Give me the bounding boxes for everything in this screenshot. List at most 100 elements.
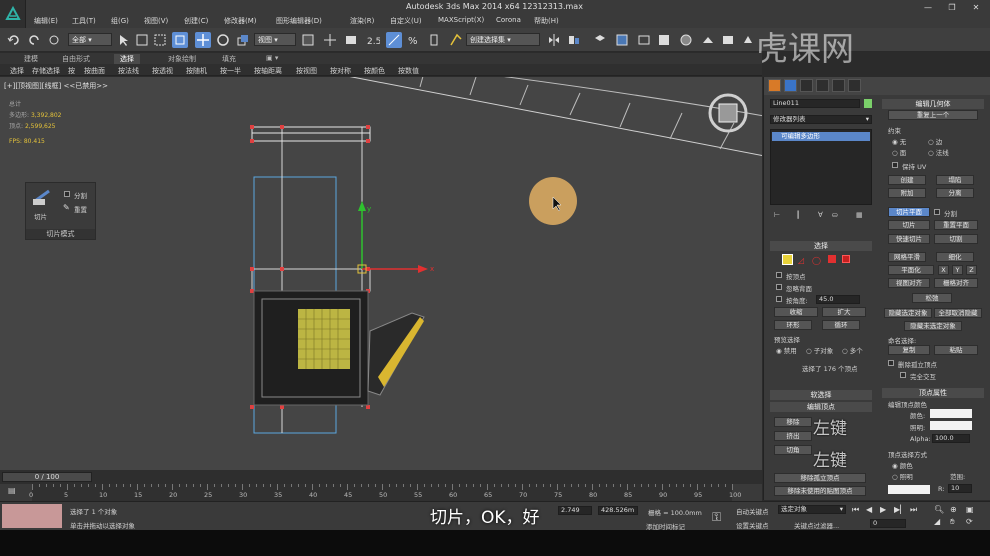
- element-mode-icon[interactable]: [842, 255, 850, 263]
- redo-icon[interactable]: [26, 32, 42, 48]
- create-button[interactable]: 创建: [888, 175, 926, 185]
- angle-field[interactable]: 45.0: [816, 295, 860, 304]
- slice-label[interactable]: 切片: [34, 211, 47, 221]
- layer-manager-icon[interactable]: [592, 32, 608, 48]
- planarize-x-button[interactable]: X: [938, 265, 949, 275]
- preview-multi-radio[interactable]: ○ 多个: [842, 345, 863, 355]
- constraint-normal-radio[interactable]: ○ 法线: [928, 147, 949, 157]
- hierarchy-tab-icon[interactable]: [800, 79, 813, 92]
- tab-modeling[interactable]: 建模: [24, 54, 38, 64]
- display-tab-icon[interactable]: [832, 79, 845, 92]
- attach-button[interactable]: 附加: [888, 188, 926, 198]
- subbar-by-perspective[interactable]: 按透视: [152, 66, 173, 76]
- select-by-color-radio[interactable]: ◉ 颜色: [892, 460, 913, 470]
- selection-filter-dropdown[interactable]: 全部 ▾: [68, 33, 112, 46]
- menu-item-corona[interactable]: Corona: [496, 16, 521, 24]
- zoom-all-icon[interactable]: ⊕: [950, 505, 957, 514]
- subbar-select[interactable]: 选择: [10, 66, 24, 76]
- make-unique-icon[interactable]: ∀: [818, 211, 823, 219]
- vertex-mode-icon[interactable]: [782, 254, 793, 265]
- full-interactivity-checkbox[interactable]: [900, 372, 906, 378]
- quick-slice-button[interactable]: 快速切片: [888, 234, 930, 244]
- polygon-mode-icon[interactable]: [828, 255, 836, 263]
- rollout-selection-header[interactable]: 选择: [770, 241, 872, 251]
- object-color-swatch[interactable]: [864, 99, 872, 108]
- by-vertex-checkbox[interactable]: [776, 272, 782, 278]
- next-frame-icon[interactable]: ▶▏: [894, 505, 906, 514]
- menu-item-edit[interactable]: 编辑(E): [34, 16, 58, 26]
- edge-mode-icon[interactable]: ◿: [798, 256, 804, 265]
- select-object-icon[interactable]: [116, 32, 132, 48]
- menu-item-create[interactable]: 创建(C): [184, 16, 208, 26]
- remove-unused-map-button[interactable]: 移除未使用的贴图顶点: [774, 486, 866, 496]
- pan-icon[interactable]: ✋︎: [950, 517, 955, 527]
- view-align-button[interactable]: 视图对齐: [888, 278, 930, 288]
- modifier-stack[interactable]: 可编辑多边形: [770, 129, 872, 205]
- go-end-icon[interactable]: ⏭: [910, 505, 917, 515]
- subbar-by-symmetry[interactable]: 按对称: [330, 66, 351, 76]
- subbar-by-half[interactable]: 按一半: [220, 66, 241, 76]
- viewport-top[interactable]: [+][顶视图][线框] <<已禁用>> 总计 多边形: 3,392,802 顶…: [0, 77, 762, 470]
- align-icon[interactable]: [566, 32, 582, 48]
- current-frame-field[interactable]: 0: [870, 519, 906, 528]
- tab-populate[interactable]: 填充: [222, 54, 236, 64]
- subbar-store-sel[interactable]: 存储选择: [32, 66, 60, 76]
- play-icon[interactable]: ▶: [880, 505, 886, 514]
- selected-object-dropdown[interactable]: 选定对象 ▾: [778, 505, 846, 514]
- select-manipulate-icon[interactable]: [322, 32, 338, 48]
- render-setup-icon[interactable]: [700, 32, 716, 48]
- prev-frame-icon[interactable]: ◀: [866, 505, 872, 514]
- remove-button[interactable]: 移除: [774, 417, 812, 427]
- meshsmooth-button[interactable]: 网格平滑: [888, 252, 926, 262]
- spinner-snap-icon[interactable]: [426, 32, 442, 48]
- reset-plane-button[interactable]: 重置平面: [934, 220, 978, 230]
- coord-y-field[interactable]: 428.526m: [598, 506, 638, 515]
- select-by-illum-radio[interactable]: ○ 照明: [892, 471, 913, 481]
- cut-button[interactable]: 切割: [934, 234, 978, 244]
- configure-sets-icon[interactable]: ▦: [856, 211, 863, 219]
- scene-geometry[interactable]: y x: [0, 77, 762, 470]
- detach-button[interactable]: 分离: [936, 188, 974, 198]
- ref-coord-dropdown[interactable]: 视图 ▾: [254, 33, 296, 46]
- planarize-button[interactable]: 平面化: [888, 265, 934, 275]
- remove-isolated-button[interactable]: 移除孤立顶点: [774, 473, 866, 483]
- minimize-button[interactable]: —: [916, 0, 940, 14]
- vertex-illum-swatch[interactable]: [930, 421, 972, 430]
- link-icon[interactable]: [46, 32, 62, 48]
- maximize-button[interactable]: ❐: [940, 0, 964, 14]
- mirror-icon[interactable]: [546, 32, 562, 48]
- grid-align-button[interactable]: 栅格对齐: [934, 278, 978, 288]
- create-tab-icon[interactable]: [768, 79, 781, 92]
- window-crossing-icon[interactable]: [172, 32, 188, 48]
- tab-selection[interactable]: 选择: [114, 54, 140, 64]
- subbar-by-random[interactable]: 按随机: [186, 66, 207, 76]
- set-key-label[interactable]: 设置关键点: [736, 520, 769, 530]
- relax-button[interactable]: 松弛: [912, 293, 952, 303]
- edit-named-sel-icon[interactable]: [448, 32, 464, 48]
- slice-plane-button[interactable]: 切片平面: [888, 207, 930, 217]
- close-button[interactable]: ✕: [964, 0, 988, 14]
- constraint-edge-radio[interactable]: ○ 边: [928, 136, 942, 146]
- chamfer-button[interactable]: 切角: [774, 445, 812, 455]
- subbar-by-view[interactable]: 按视图: [296, 66, 317, 76]
- object-name-field[interactable]: Line011: [770, 99, 860, 108]
- key-filters-button[interactable]: 关键点过滤器...: [794, 520, 839, 530]
- rollout-edit-geometry-header[interactable]: 编辑几何体: [882, 99, 984, 109]
- ring-button[interactable]: 环形: [774, 320, 812, 330]
- split-checkbox[interactable]: [64, 191, 70, 197]
- slice-icon[interactable]: [31, 187, 55, 207]
- coord-x-field[interactable]: 2.749: [558, 506, 592, 515]
- keyboard-shortcut-icon[interactable]: [343, 32, 359, 48]
- material-editor-icon[interactable]: [678, 32, 694, 48]
- move-icon[interactable]: [195, 32, 211, 48]
- ribbon-toggle-icon[interactable]: [636, 32, 652, 48]
- ribbon-options-icon[interactable]: ▣ ▾: [266, 54, 278, 62]
- rollout-soft-selection-header[interactable]: 软选择: [770, 390, 872, 400]
- extrude-button[interactable]: 挤出: [774, 431, 812, 441]
- menu-item-graph-editors[interactable]: 图形编辑器(D): [276, 16, 322, 26]
- menu-item-views[interactable]: 视图(V): [144, 16, 168, 26]
- undo-icon[interactable]: [6, 32, 22, 48]
- hide-selected-button[interactable]: 隐藏选定对象: [884, 308, 932, 318]
- tab-object-paint[interactable]: 对象绘制: [168, 54, 196, 64]
- render-frame-icon[interactable]: [720, 32, 736, 48]
